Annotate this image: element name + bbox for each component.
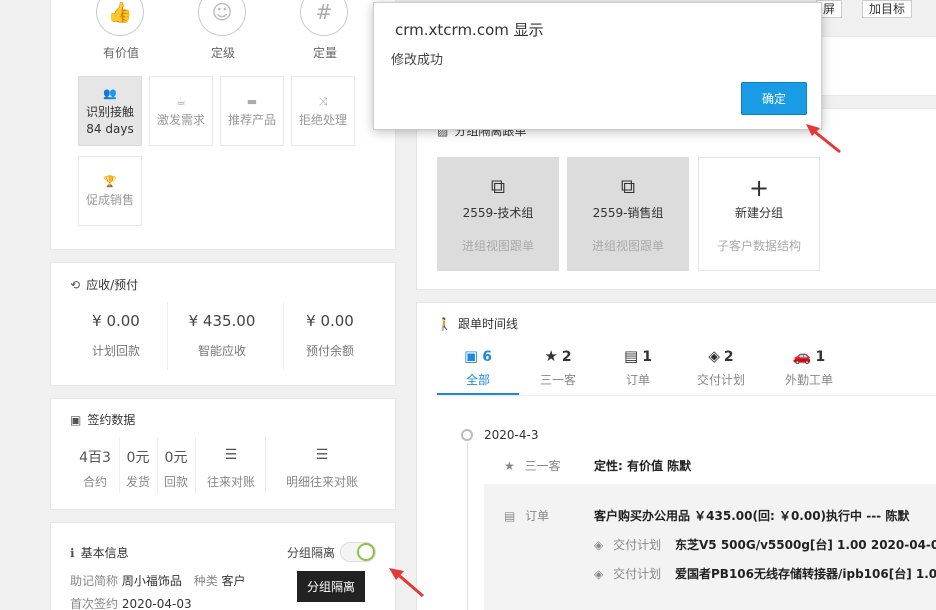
users-icon: 👥 [103, 86, 117, 100]
stage-label-quantify: 定量 [312, 46, 337, 60]
tab-sanyike[interactable]: ★ 2 三一客 [518, 347, 598, 388]
star-icon: ★ [504, 459, 515, 473]
group-isolation-toggle[interactable] [340, 542, 376, 562]
tab-field-work[interactable]: 🚗 1 外勤工单 [769, 347, 849, 388]
sign-payment[interactable]: 0元 回款 [159, 447, 193, 490]
stage-tile-label: 识别接触 [85, 104, 134, 119]
timeline-row-order[interactable]: ▤ 订单 [504, 507, 549, 524]
all-icon: ▣ [464, 347, 479, 365]
stage-label-grade: 定级 [210, 46, 235, 60]
stage-tile-label: 拒绝处理 [298, 113, 347, 127]
timeline-row-sanyike-detail: 定性: 有价值 陈默 [594, 459, 692, 473]
arrow-annotation-ok [806, 124, 841, 154]
tab-delivery-plan[interactable]: ◈ 2 交付计划 [681, 347, 761, 388]
trophy-icon: 🏆 [103, 175, 117, 188]
cubes-icon: ◈ [708, 347, 720, 365]
dialog-message: 修改成功 [391, 53, 444, 68]
list-icon: ☰ [315, 447, 329, 463]
document-icon: ▤ [504, 509, 516, 523]
divider [195, 437, 196, 493]
group-tile-new[interactable]: + 新建分组 子客户数据结构 [698, 157, 820, 271]
coffee-icon: ☕ [176, 95, 186, 108]
stage-tile-label: 推荐产品 [227, 113, 276, 127]
shuffle-icon: ⤨ [318, 95, 328, 108]
add-target-button[interactable]: 加目标 [862, 0, 913, 18]
sign-detail-reconcile[interactable]: ☰ 明细往来对账 [280, 447, 364, 490]
cubes-icon: ◈ [594, 567, 604, 581]
timeline-row-order-detail: 客户购买办公用品 ￥435.00(回: ￥0.00)执行中 --- 陈默 [594, 509, 910, 523]
stage-tile-identify[interactable]: 👥 识别接触 84 days [78, 76, 142, 146]
divider [265, 437, 266, 493]
dialog-ok-button[interactable]: 确定 [741, 82, 807, 115]
first-sign-row: 首次签约 2020-04-03 [70, 597, 192, 610]
stage-tile-days: 84 days [86, 121, 134, 136]
tab-all[interactable]: ▣ 6 全部 [438, 347, 518, 388]
sign-shipping[interactable]: 0元 发货 [121, 447, 155, 490]
stage-tile-reject[interactable]: ⤨ 拒绝处理 [291, 76, 355, 146]
stage-tile-label: 激发需求 [156, 113, 205, 127]
signing-icon: ▣ [70, 412, 82, 427]
timeline-row-delivery-1-detail: 东芝V5 500G/v5500g[台] 1.00 2020-04-03 [675, 538, 936, 552]
tabs-divider [437, 395, 936, 396]
stage-tile-label: 促成销售 [85, 193, 134, 207]
tab-order[interactable]: ▤ 1 订单 [598, 347, 678, 388]
walking-icon: 🚶 [437, 316, 452, 331]
group-tile-sales[interactable]: ⧉ 2559-销售组 进组视图跟单 [567, 157, 689, 271]
divider [119, 437, 120, 493]
car-icon: 🚗 [792, 347, 812, 365]
receivable-icon: ⟲ [70, 277, 81, 292]
cubes-icon: ◈ [594, 538, 604, 552]
group-frame-icon: ⧉ [620, 174, 636, 198]
timeline-title: 🚶 跟单时间线 [437, 316, 518, 332]
group-isolation-label: 分组隔离 [287, 546, 336, 560]
arrow-annotation-toggle [389, 568, 424, 598]
timeline-date: 2020-4-3 [484, 428, 539, 442]
star-icon: ★ [544, 347, 558, 365]
group-frame-icon: ⧉ [490, 174, 506, 198]
stage-tile-recommend[interactable]: ▬ 推荐产品 [220, 76, 284, 146]
stage-tile-close[interactable]: 🏆 促成销售 [78, 156, 142, 226]
sign-contract[interactable]: 4百3 合约 [74, 447, 116, 490]
document-icon: ▤ [624, 347, 639, 365]
alert-dialog: crm.xtcrm.com 显示 修改成功 确定 [373, 2, 822, 130]
timeline-row-delivery-2-detail: 爱国者PB106无线存储转接器/ipb106[台] 1.00 [675, 567, 936, 581]
money-planned: ¥ 0.00 计划回款 [91, 312, 140, 358]
money-smart: ¥ 435.00 智能应收 [188, 312, 256, 358]
info-icon: ℹ [70, 545, 75, 560]
timeline-row-delivery-1[interactable]: ◈ 交付计划 [594, 536, 661, 553]
money-prepaid: ¥ 0.00 预付余额 [305, 312, 354, 358]
comment-icon: ▬ [246, 95, 258, 108]
group-isolation-tooltip: 分组隔离 [297, 571, 366, 602]
timeline-line [467, 443, 468, 610]
divider [157, 437, 158, 493]
mnemonic-row: 助记简称 周小福饰品 种类 客户 [70, 574, 246, 588]
dialog-title: crm.xtcrm.com 显示 [395, 21, 544, 39]
group-tile-tech[interactable]: ⧉ 2559-技术组 进组视图跟单 [437, 157, 559, 271]
timeline-row-delivery-2[interactable]: ◈ 交付计划 [594, 565, 661, 582]
stage-tile-inspire[interactable]: ☕ 激发需求 [149, 76, 213, 146]
basic-info-title: ℹ 基本信息 [70, 545, 129, 561]
receivable-title: ⟲ 应收/预付 [70, 277, 139, 293]
timeline-dot [461, 429, 473, 441]
signing-title: ▣ 签约数据 [70, 412, 136, 428]
toggle-knob [357, 543, 375, 561]
timeline-row-sanyike[interactable]: ★ 三一客 [504, 457, 561, 474]
plus-icon: + [748, 174, 770, 202]
list-icon: ☰ [224, 447, 238, 463]
sign-reconcile[interactable]: ☰ 往来对账 [200, 447, 262, 490]
stage-label-valuable: 有价值 [102, 46, 139, 60]
